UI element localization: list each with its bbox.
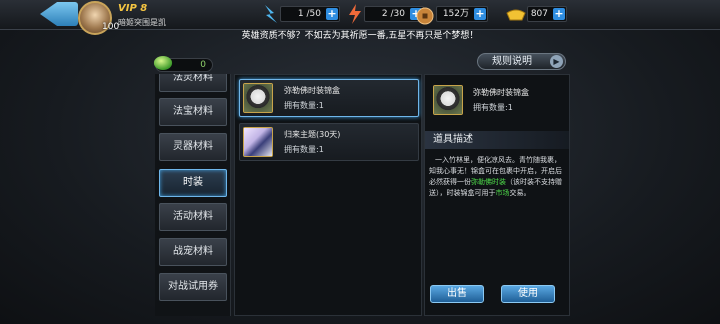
coin-counter: 152万 + bbox=[436, 6, 488, 22]
add-coin-button[interactable]: + bbox=[474, 8, 486, 20]
panda-item-icon bbox=[433, 85, 463, 115]
panda-item-icon bbox=[243, 83, 273, 113]
gem-icon bbox=[153, 56, 173, 70]
item-quantity: 拥有数量:1 bbox=[284, 101, 324, 110]
category-tab-1[interactable]: 法灵材料 bbox=[159, 74, 227, 92]
item-list[interactable]: 弥勒佛时装锦盒 拥有数量:1 归来主题(30天) 拥有数量:1 bbox=[234, 74, 422, 316]
energy-icon bbox=[349, 4, 361, 24]
item-name: 弥勒佛时装锦盒 bbox=[284, 86, 340, 95]
stamina-counter: 1 /50 + bbox=[280, 6, 340, 22]
item-quantity: 拥有数量:1 bbox=[284, 145, 324, 154]
stamina-icon bbox=[265, 5, 277, 23]
category-tab-fashion[interactable]: 时装 bbox=[159, 169, 227, 197]
gold-counter: 807 + bbox=[527, 6, 567, 22]
add-gold-button[interactable]: + bbox=[553, 8, 565, 20]
gold-ingot-icon bbox=[506, 9, 526, 21]
item-description: 一入竹林里，便化凉风去。青竹随我裹，知我心事无！锦盒可在包裹中开启，开启后必然获… bbox=[429, 156, 562, 197]
description-title: 道具描述 bbox=[425, 131, 569, 149]
warrior-item-icon bbox=[243, 127, 273, 157]
coin-icon bbox=[416, 7, 434, 25]
sell-button[interactable]: 出售 bbox=[430, 285, 484, 303]
detail-item-quantity: 拥有数量:1 bbox=[473, 103, 513, 112]
notice-banner: 英雄资质不够？不如去为其祈愿一番,五星不再只是个梦想！ bbox=[241, 31, 479, 41]
category-tab-5[interactable]: 活动材料 bbox=[159, 203, 227, 231]
add-stamina-button[interactable]: + bbox=[326, 8, 338, 20]
detail-item-name: 弥勒佛时装锦盒 bbox=[473, 88, 529, 97]
category-list[interactable]: 法灵材料 法宝材料 灵器材料 时装 活动材料 战宠材料 对战试用券 bbox=[155, 74, 231, 316]
guild-name: 暗姬突围是凯 bbox=[118, 18, 166, 27]
rules-button[interactable]: 规则说明 ▶ bbox=[477, 53, 566, 70]
item-name: 归来主题(30天) bbox=[284, 130, 341, 139]
category-tab-3[interactable]: 灵器材料 bbox=[159, 133, 227, 161]
item-detail-panel: 弥勒佛时装锦盒 拥有数量:1 道具描述 一入竹林里，便化凉风去。青竹随我裹，知我… bbox=[424, 74, 570, 316]
energy-counter: 2 /30 + bbox=[364, 6, 424, 22]
play-arrow-icon: ▶ bbox=[550, 55, 563, 68]
category-tab-2[interactable]: 法宝材料 bbox=[159, 98, 227, 126]
category-tab-6[interactable]: 战宠材料 bbox=[159, 238, 227, 266]
vip-badge: VIP 8 bbox=[118, 3, 148, 14]
list-item[interactable]: 归来主题(30天) 拥有数量:1 bbox=[239, 123, 419, 161]
use-button[interactable]: 使用 bbox=[501, 285, 555, 303]
list-item[interactable]: 弥勒佛时装锦盒 拥有数量:1 bbox=[239, 79, 419, 117]
category-tab-7[interactable]: 对战试用券 bbox=[159, 273, 227, 301]
